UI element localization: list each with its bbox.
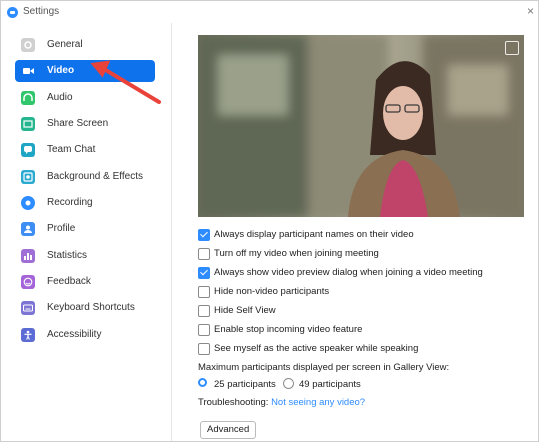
- sidebar-item-profile[interactable]: Profile: [15, 218, 155, 240]
- sidebar-item-label: Audio: [47, 92, 73, 103]
- advanced-button[interactable]: Advanced: [200, 421, 257, 439]
- profile-icon: [21, 222, 35, 236]
- title-bar: Settings ×: [1, 1, 538, 23]
- option-label: Hide non-video participants: [214, 286, 330, 297]
- sidebar-item-label: Profile: [47, 223, 76, 234]
- option-label: Turn off my video when joining meeting: [214, 248, 379, 259]
- sidebar-item-label: General: [47, 39, 83, 50]
- sidebar-item-recording[interactable]: Recording: [15, 192, 155, 214]
- troubleshooting-row: Troubleshooting: Not seeing any video?: [198, 397, 365, 408]
- settings-window: Settings × General Video Audio Share Scr…: [0, 0, 539, 442]
- checkbox[interactable]: [198, 286, 210, 298]
- close-button[interactable]: ×: [527, 4, 534, 18]
- chat-bubble-icon: [21, 143, 35, 157]
- accessibility-icon: [21, 328, 35, 342]
- share-screen-icon: [21, 117, 35, 131]
- checkbox[interactable]: [198, 343, 210, 355]
- sidebar-item-keyboard-shortcuts[interactable]: Keyboard Shortcuts: [15, 297, 155, 319]
- option-label: Enable stop incoming video feature: [214, 324, 363, 335]
- sidebar-item-general[interactable]: General: [15, 34, 155, 56]
- gear-icon: [21, 38, 35, 52]
- camera-preview-image: [198, 35, 524, 217]
- radio-label: 49 participants: [299, 379, 361, 390]
- sidebar-item-label: Keyboard Shortcuts: [47, 302, 135, 313]
- gallery-view-label: Maximum participants displayed per scree…: [198, 362, 450, 373]
- zoom-app-icon: [7, 7, 18, 18]
- record-icon: [21, 196, 35, 210]
- sidebar-item-team-chat[interactable]: Team Chat: [15, 139, 155, 161]
- sidebar-item-label: Feedback: [47, 276, 91, 287]
- troubleshooting-label: Troubleshooting:: [198, 397, 269, 408]
- sidebar-item-accessibility[interactable]: Accessibility: [15, 324, 155, 346]
- keyboard-icon: [21, 301, 35, 315]
- radio-button[interactable]: [198, 378, 207, 387]
- smiley-icon: [21, 275, 35, 289]
- checkbox[interactable]: [198, 324, 210, 336]
- option-label: See myself as the active speaker while s…: [214, 343, 419, 354]
- option-label: Always show video preview dialog when jo…: [214, 267, 483, 278]
- checkbox[interactable]: [198, 267, 210, 279]
- sidebar-item-label: Statistics: [47, 250, 88, 261]
- face-shape: [383, 86, 423, 140]
- red-annotation-arrow: [90, 60, 161, 104]
- sidebar-item-label: Accessibility: [47, 329, 102, 340]
- sidebar-item-background-effects[interactable]: Background & Effects: [15, 166, 155, 188]
- sidebar-item-share-screen[interactable]: Share Screen: [15, 113, 155, 135]
- troubleshooting-link[interactable]: Not seeing any video?: [271, 397, 365, 408]
- sidebar-item-label: Video: [47, 65, 75, 76]
- sidebar-item-label: Recording: [47, 197, 93, 208]
- checkbox[interactable]: [198, 305, 210, 317]
- sidebar-item-label: Team Chat: [47, 144, 96, 155]
- checkbox[interactable]: [198, 229, 210, 241]
- video-camera-icon: [21, 64, 35, 78]
- sidebar-item-feedback[interactable]: Feedback: [15, 271, 155, 293]
- radio-button[interactable]: [283, 378, 294, 389]
- rotate-camera-icon[interactable]: [505, 41, 519, 55]
- option-label: Hide Self View: [214, 305, 276, 316]
- option-label: Always display participant names on thei…: [214, 229, 414, 240]
- checkbox[interactable]: [198, 248, 210, 260]
- sidebar-item-label: Share Screen: [47, 118, 109, 129]
- bar-chart-icon: [21, 249, 35, 263]
- sidebar-item-label: Background & Effects: [47, 171, 143, 182]
- radio-label: 25 participants: [214, 379, 276, 390]
- video-settings-panel: Always display participant names on thei…: [172, 23, 538, 441]
- headphones-icon: [21, 91, 35, 105]
- background-effects-icon: [21, 170, 35, 184]
- sidebar-item-statistics[interactable]: Statistics: [15, 245, 155, 267]
- camera-preview: [198, 35, 524, 217]
- window-title: Settings: [23, 6, 60, 17]
